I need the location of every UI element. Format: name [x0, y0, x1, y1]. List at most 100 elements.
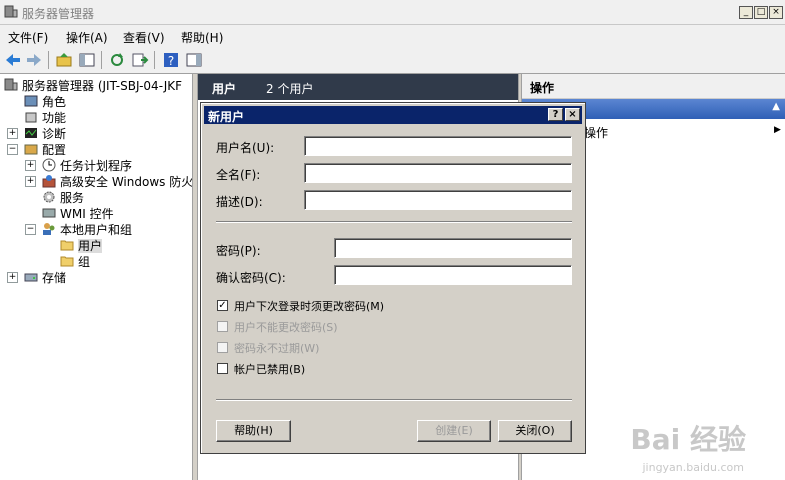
refresh-icon[interactable]	[108, 51, 126, 69]
server-manager-icon	[4, 78, 18, 91]
confirm-password-input[interactable]	[334, 265, 572, 285]
expand-toggle[interactable]: +	[25, 176, 36, 187]
tree-item-label: 高级安全 Windows 防火墙	[60, 175, 193, 189]
console-tree: 服务器管理器 (JIT-SBJ-04-JKF 角色 功能 + 诊断 − 配置 +…	[0, 74, 193, 480]
title-bar: 服务器管理器 _ □ ×	[0, 0, 785, 25]
toolbar: ?	[0, 47, 785, 74]
tree-item-diagnostics[interactable]: 诊断	[24, 126, 66, 142]
tree-item-users[interactable]: 用户	[60, 238, 103, 254]
account-disabled-checkbox[interactable]	[217, 363, 228, 374]
maximize-button[interactable]: □	[754, 6, 768, 19]
menu-bar: 文件(F) 操作(A) 查看(V) 帮助(H)	[0, 25, 785, 47]
configuration-icon	[24, 144, 38, 155]
up-folder-icon[interactable]	[55, 51, 73, 69]
window-title: 服务器管理器	[22, 7, 95, 21]
collapse-toggle[interactable]: −	[25, 224, 36, 235]
password-never-expires-checkbox[interactable]	[217, 342, 228, 353]
tree-item-groups[interactable]: 组	[60, 254, 90, 270]
tree-item-local-users-groups[interactable]: 本地用户和组	[42, 222, 132, 238]
tree-item-configuration[interactable]: 配置	[24, 142, 66, 158]
tree-item-firewall[interactable]: 高级安全 Windows 防火墙	[42, 174, 193, 190]
dialog-close-button[interactable]: ×	[565, 108, 580, 121]
menu-file[interactable]: 文件(F)	[8, 29, 48, 46]
username-input[interactable]	[304, 136, 572, 156]
folder-icon	[60, 256, 74, 267]
gear-icon	[43, 191, 55, 203]
tree-item-roles[interactable]: 角色	[24, 94, 66, 110]
tree-item-label: WMI 控件	[60, 207, 114, 221]
export-list-icon[interactable]	[131, 51, 149, 69]
diagnostics-icon	[25, 128, 37, 138]
close-window-button[interactable]: ×	[769, 6, 783, 19]
roles-icon	[24, 95, 38, 107]
result-pane-header: 用户 2 个用户	[198, 74, 518, 100]
tree-item-label: 功能	[42, 111, 67, 125]
fullname-label: 全名(F):	[216, 168, 261, 182]
result-pane-count: 2 个用户	[266, 82, 314, 96]
submenu-arrow-icon: ▶	[774, 125, 781, 135]
description-input[interactable]	[304, 190, 572, 210]
expand-toggle[interactable]: +	[7, 272, 18, 283]
dialog-help-button[interactable]: ?	[548, 108, 563, 121]
tree-item-task-scheduler[interactable]: 任务计划程序	[42, 158, 132, 174]
tree-item-label: 服务器管理器 (JIT-SBJ-04-JKF	[22, 79, 183, 93]
actions-pane-title: 操作	[530, 81, 555, 95]
tree-item-storage[interactable]: 存储	[24, 270, 66, 286]
watermark-logo: Bai 经验	[630, 423, 746, 456]
menu-action[interactable]: 操作(A)	[66, 29, 108, 46]
create-button[interactable]: 创建(E)	[417, 420, 491, 442]
clock-icon	[42, 158, 56, 172]
tree-item-label: 存储	[42, 271, 67, 285]
firewall-icon	[42, 175, 56, 188]
wmi-icon	[42, 208, 56, 218]
collapse-toggle[interactable]: −	[7, 144, 18, 155]
tree-item-label: 本地用户和组	[60, 223, 133, 237]
tree-item-server-manager[interactable]: 服务器管理器 (JIT-SBJ-04-JKF	[4, 78, 182, 94]
tree-item-wmi-control[interactable]: WMI 控件	[42, 206, 114, 222]
tree-item-label: 组	[78, 255, 91, 269]
back-arrow-icon[interactable]	[4, 51, 22, 69]
password-label: 密码(P):	[216, 244, 261, 258]
users-icon	[43, 223, 55, 235]
tree-item-label: 服务	[60, 191, 85, 205]
svg-text:?: ?	[168, 54, 174, 68]
fullname-input[interactable]	[304, 163, 572, 183]
account-disabled-label: 帐户已禁用(B)	[234, 363, 306, 376]
close-button[interactable]: 关闭(O)	[498, 420, 572, 442]
tree-item-services[interactable]: 服务	[42, 190, 84, 206]
help-icon[interactable]: ?	[162, 51, 180, 69]
help-button[interactable]: 帮助(H)	[216, 420, 291, 442]
result-pane-title: 用户	[212, 82, 237, 96]
folder-icon	[60, 240, 74, 251]
storage-icon	[24, 273, 38, 282]
dialog-title: 新用户	[208, 110, 245, 124]
expand-toggle[interactable]: +	[7, 128, 18, 139]
menu-help[interactable]: 帮助(H)	[181, 29, 223, 46]
minimize-button[interactable]: _	[739, 6, 753, 19]
cannot-change-password-checkbox[interactable]	[217, 321, 228, 332]
show-hide-action-pane-icon[interactable]	[185, 51, 203, 69]
show-hide-tree-icon[interactable]	[78, 51, 96, 69]
description-label: 描述(D):	[216, 195, 263, 209]
expand-toggle[interactable]: +	[25, 160, 36, 171]
menu-view[interactable]: 查看(V)	[123, 29, 165, 46]
actions-more-item[interactable]: 操作	[584, 124, 608, 141]
must-change-password-checkbox[interactable]: ✓	[217, 300, 228, 311]
dialog-title-bar: 新用户 ? ×	[204, 106, 582, 124]
tree-item-label: 诊断	[42, 127, 67, 141]
features-icon	[25, 112, 37, 123]
cannot-change-password-label: 用户不能更改密码(S)	[234, 321, 338, 334]
username-label: 用户名(U):	[216, 141, 275, 155]
collapse-section-icon[interactable]: ▲	[772, 101, 780, 112]
password-never-expires-label: 密码永不过期(W)	[234, 342, 320, 355]
divider	[216, 399, 572, 401]
actions-pane-header: 操作	[522, 74, 785, 99]
must-change-password-label: 用户下次登录时须更改密码(M)	[234, 300, 385, 313]
divider	[216, 221, 572, 223]
password-input[interactable]	[334, 238, 572, 258]
forward-arrow-icon[interactable]	[25, 51, 43, 69]
tree-item-features[interactable]: 功能	[24, 110, 66, 126]
server-manager-icon	[4, 5, 18, 18]
confirm-password-label: 确认密码(C):	[216, 271, 286, 285]
watermark-url: jingyan.baidu.com	[642, 461, 744, 474]
